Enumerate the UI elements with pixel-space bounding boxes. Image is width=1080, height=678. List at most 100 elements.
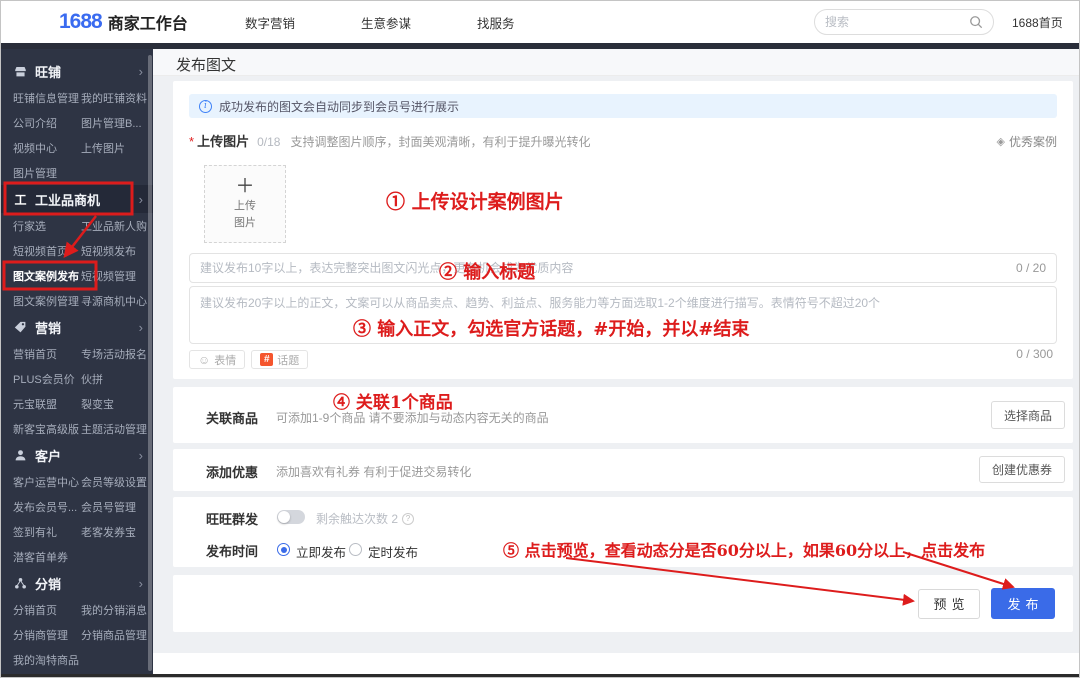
promotion-hint: 添加喜欢有礼券 有利于促进交易转化 <box>276 465 472 479</box>
logo-brand: 1688 <box>59 10 103 33</box>
industrial-goods-icon: 工 <box>14 192 27 207</box>
sidebar-item[interactable]: 客户运营中心 <box>13 474 81 490</box>
chevron-right-icon: › <box>138 63 143 79</box>
radio-publish-now-label[interactable]: 立即发布 <box>296 542 346 561</box>
sidebar-group-header-distribution[interactable]: 分销 › <box>1 569 153 597</box>
annotation-step-5: ⑤ 点击预览，查看动态分是否60分以上，如果60分以上，点击发布 <box>503 541 986 560</box>
sidebar-group-industrial: 工 工业品商机 › 行家选 工业品新人购 短视频首页 短视频发布 图文案例发布 短视频… <box>1 185 153 313</box>
distribution-network-icon <box>13 576 28 591</box>
sidebar-item[interactable]: 发布会员号... <box>13 499 81 515</box>
sidebar-item[interactable]: 图片管理 <box>13 165 81 181</box>
sidebar-item[interactable]: 新客宝高级版 <box>13 421 81 437</box>
publish-button[interactable]: 发布 <box>991 588 1055 619</box>
sidebar-item[interactable]: 公司介绍 <box>13 115 81 131</box>
sidebar-scrollbar[interactable] <box>148 55 152 671</box>
sidebar-group-header-shop[interactable]: 旺铺 › <box>1 57 153 85</box>
sidebar-item[interactable]: 分销商管理 <box>13 627 81 643</box>
sidebar-item[interactable]: 行家选 <box>13 218 81 234</box>
related-product-card: 关联商品 可添加1-9个商品 请不要添加与动态内容无关的商品 选择商品 <box>173 387 1073 443</box>
link-1688-home[interactable]: 1688首页 <box>1012 14 1063 31</box>
title-input[interactable] <box>190 261 1016 275</box>
sidebar-item[interactable]: 元宝联盟 <box>13 396 81 412</box>
question-icon[interactable]: ? <box>402 512 415 525</box>
preview-button[interactable]: 预览 <box>918 588 980 619</box>
banner-text: 成功发布的图文会自动同步到会员号进行展示 <box>219 99 460 114</box>
sidebar-item-publish-image-text[interactable]: 图文案例发布 <box>13 268 81 284</box>
sidebar-item[interactable]: 旺铺信息管理 <box>13 90 81 106</box>
sidebar-item[interactable]: 裂变宝 <box>81 396 114 412</box>
nav-find-services[interactable]: 找服务 <box>477 13 515 32</box>
sidebar-item[interactable]: 主题活动管理 <box>81 421 147 437</box>
sidebar-item[interactable]: 图文案例管理 <box>13 293 81 309</box>
upload-label-row: * 上传图片 0/18 支持调整图片顺序，封面美观清晰，有利于提升曝光转化 <box>189 131 590 150</box>
sidebar-group-distribution: 分销 › 分销首页 我的分销消息 分销商管理 分销商品管理 我的淘特商品 <box>1 569 153 672</box>
logo[interactable]: 1688 商家工作台 <box>59 1 188 43</box>
radio-publish-scheduled-label[interactable]: 定时发布 <box>368 542 418 561</box>
select-product-button[interactable]: 选择商品 <box>990 401 1065 429</box>
sidebar-item[interactable]: 我的旺铺资料 <box>81 90 147 106</box>
sidebar-item[interactable]: 工业品新人购 <box>81 218 147 234</box>
nav-business-advisor[interactable]: 生意参谋 <box>361 13 411 32</box>
sidebar-item[interactable]: 签到有礼 <box>13 524 81 540</box>
sidebar-group-marketing: 营销 › 营销首页 专场活动报名 PLUS会员价 伙拼 元宝联盟 裂变宝 新客宝高级版… <box>1 313 153 441</box>
sidebar-item[interactable]: 会员号管理 <box>81 499 136 515</box>
sidebar-group-header-customers[interactable]: 客户 › <box>1 441 153 469</box>
chevron-right-icon: › <box>138 319 143 335</box>
publish-time-label: 发布时间 <box>206 544 259 559</box>
sidebar-item[interactable]: 分销首页 <box>13 602 81 618</box>
search-input[interactable] <box>825 15 969 29</box>
sidebar-item[interactable]: 老客发券宝 <box>81 524 136 540</box>
sidebar-group-label: 旺铺 <box>35 64 62 80</box>
sidebar-group-header-marketing[interactable]: 营销 › <box>1 313 153 341</box>
broadcast-toggle[interactable] <box>277 510 305 524</box>
sidebar-item[interactable]: 伙拼 <box>81 371 103 387</box>
sidebar-item[interactable]: 潜客首单券 <box>13 549 81 565</box>
sidebar-item[interactable]: 短视频首页 <box>13 243 81 259</box>
upload-hint: 支持调整图片顺序，封面美观清晰，有利于提升曝光转化 <box>290 135 591 149</box>
sidebar-group-header-industrial[interactable]: 工 工业品商机 › <box>1 185 153 213</box>
sidebar-item[interactable]: 我的分销消息 <box>81 602 147 618</box>
customer-person-icon <box>13 448 28 463</box>
radio-publish-scheduled[interactable] <box>349 543 362 556</box>
header-nav: 数字营销 生意参谋 找服务 <box>245 1 515 43</box>
sidebar-item[interactable]: 会员等级设置 <box>81 474 147 490</box>
sidebar-item[interactable]: 寻源商机中心 <box>81 293 147 309</box>
title-input-wrap: 0 / 20 <box>189 253 1057 283</box>
upload-label: 上传图片 <box>197 134 250 149</box>
upload-count: 0/18 <box>257 135 281 149</box>
hashtag-icon: # <box>260 353 274 366</box>
create-coupon-button[interactable]: 创建优惠券 <box>978 456 1065 483</box>
sidebar-item[interactable]: 上传图片 <box>81 140 125 156</box>
promotion-card: 添加优惠 添加喜欢有礼券 有利于促进交易转化 创建优惠券 <box>173 449 1073 491</box>
emoji-button[interactable]: ☺ 表情 <box>189 350 246 369</box>
body-counter: 0 / 300 <box>1016 347 1053 361</box>
chevron-right-icon: › <box>138 191 143 207</box>
search-icon[interactable] <box>969 15 983 29</box>
chevron-right-icon: › <box>138 575 143 591</box>
sidebar-item[interactable]: 短视频管理 <box>81 268 136 284</box>
promotion-label: 添加优惠 <box>206 465 259 480</box>
annotation-step-1: ① 上传设计案例图片 <box>386 191 564 213</box>
toggle-knob <box>278 511 290 523</box>
shop-icon <box>13 64 28 79</box>
sidebar-item[interactable]: 图片管理B... <box>81 115 142 131</box>
sidebar-item[interactable]: 分销商品管理 <box>81 627 147 643</box>
sidebar-group-customers: 客户 › 客户运营中心 会员等级设置 发布会员号... 会员号管理 签到有礼 老客发券… <box>1 441 153 569</box>
info-banner: i 成功发布的图文会自动同步到会员号进行展示 <box>189 94 1057 118</box>
topic-button[interactable]: # 话题 <box>251 350 309 369</box>
annotation-step-4: ④ 关联1个商品 <box>333 393 453 413</box>
related-product-label: 关联商品 <box>206 411 259 426</box>
upload-image-button[interactable]: ＋ 上传 图片 <box>204 165 286 243</box>
sidebar-item[interactable]: 我的淘特商品 <box>13 652 81 668</box>
sidebar-item[interactable]: 视频中心 <box>13 140 81 156</box>
topic-label: 话题 <box>277 354 300 367</box>
radio-publish-now[interactable] <box>277 543 290 556</box>
sidebar-item[interactable]: 短视频发布 <box>81 243 136 259</box>
sidebar-item[interactable]: PLUS会员价 <box>13 371 81 387</box>
sidebar-item[interactable]: 营销首页 <box>13 346 81 362</box>
excellent-cases-link[interactable]: ◈ 优秀案例 <box>997 133 1057 150</box>
nav-digital-marketing[interactable]: 数字营销 <box>245 13 295 32</box>
sidebar-item[interactable]: 专场活动报名 <box>81 346 147 362</box>
sidebar-group-label: 工业品商机 <box>35 192 101 208</box>
search-box[interactable] <box>814 9 994 35</box>
